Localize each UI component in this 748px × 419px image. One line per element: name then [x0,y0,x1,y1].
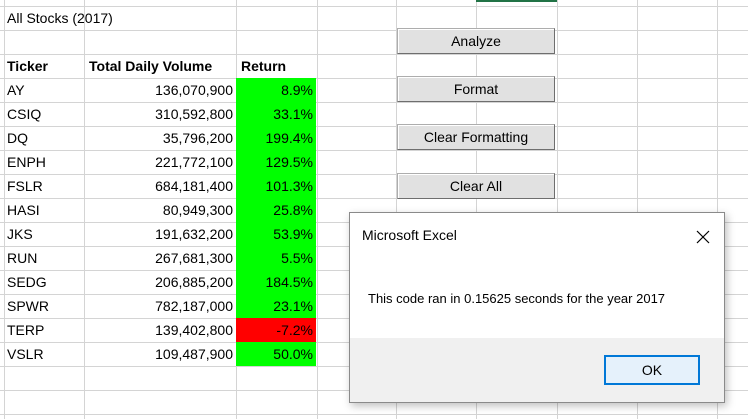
cell-volume[interactable]: 136,070,900 [84,78,233,102]
header-ticker[interactable]: Ticker [7,54,83,78]
cell-ticker[interactable]: SEDG [7,270,83,294]
cell-volume[interactable]: 80,949,300 [84,198,233,222]
clear-all-button[interactable]: Clear All [397,173,555,199]
header-volume[interactable]: Total Daily Volume [89,54,236,78]
cell-ticker[interactable]: RUN [7,246,83,270]
selected-column-indicator [476,0,557,2]
dialog-title: Microsoft Excel [362,227,457,243]
cell-ticker[interactable]: CSIQ [7,102,83,126]
close-icon-glyph [696,230,710,244]
clear-formatting-button[interactable]: Clear Formatting [397,124,555,150]
cell-ticker[interactable]: VSLR [7,342,83,366]
cell-ticker[interactable]: DQ [7,126,83,150]
cell-volume[interactable]: 35,796,200 [84,126,233,150]
analyze-button[interactable]: Analyze [397,28,555,54]
dialog-message: This code ran in 0.15625 seconds for the… [368,291,666,306]
cell-return[interactable]: 129.5% [236,150,316,174]
cell-return[interactable]: 184.5% [236,270,316,294]
cell-return[interactable]: 199.4% [236,126,316,150]
dialog-footer: OK [350,338,724,402]
ok-button[interactable]: OK [604,355,700,385]
cell-return[interactable]: 8.9% [236,78,316,102]
cell-return[interactable]: 23.1% [236,294,316,318]
gridline [317,0,318,419]
sheet-title[interactable]: All Stocks (2017) [7,6,227,30]
message-dialog: Microsoft Excel This code ran in 0.15625… [349,212,725,403]
cell-return[interactable]: 101.3% [236,174,316,198]
gridline [0,30,748,31]
cell-ticker[interactable]: SPWR [7,294,83,318]
cell-volume[interactable]: 109,487,900 [84,342,233,366]
cell-return[interactable]: 5.5% [236,246,316,270]
worksheet[interactable]: All Stocks (2017) Ticker Total Daily Vol… [0,0,748,419]
cell-return[interactable]: 53.9% [236,222,316,246]
cell-return[interactable]: -7.2% [236,318,316,342]
cell-ticker[interactable]: AY [7,78,83,102]
gridline [4,0,5,419]
cell-return[interactable]: 50.0% [236,342,316,366]
cell-ticker[interactable]: HASI [7,198,83,222]
gridline [0,414,748,415]
cell-ticker[interactable]: JKS [7,222,83,246]
cell-volume[interactable]: 267,681,300 [84,246,233,270]
cell-volume[interactable]: 310,592,800 [84,102,233,126]
header-return[interactable]: Return [241,54,317,78]
cell-ticker[interactable]: FSLR [7,174,83,198]
dialog-titlebar[interactable]: Microsoft Excel [350,213,724,261]
close-icon[interactable] [688,223,718,251]
cell-volume[interactable]: 684,181,400 [84,174,233,198]
cell-ticker[interactable]: TERP [7,318,83,342]
cell-volume[interactable]: 139,402,800 [84,318,233,342]
cell-volume[interactable]: 782,187,000 [84,294,233,318]
cell-ticker[interactable]: ENPH [7,150,83,174]
cell-volume[interactable]: 221,772,100 [84,150,233,174]
cell-volume[interactable]: 206,885,200 [84,270,233,294]
cell-return[interactable]: 25.8% [236,198,316,222]
format-button[interactable]: Format [397,76,555,102]
cell-return[interactable]: 33.1% [236,102,316,126]
cell-volume[interactable]: 191,632,200 [84,222,233,246]
